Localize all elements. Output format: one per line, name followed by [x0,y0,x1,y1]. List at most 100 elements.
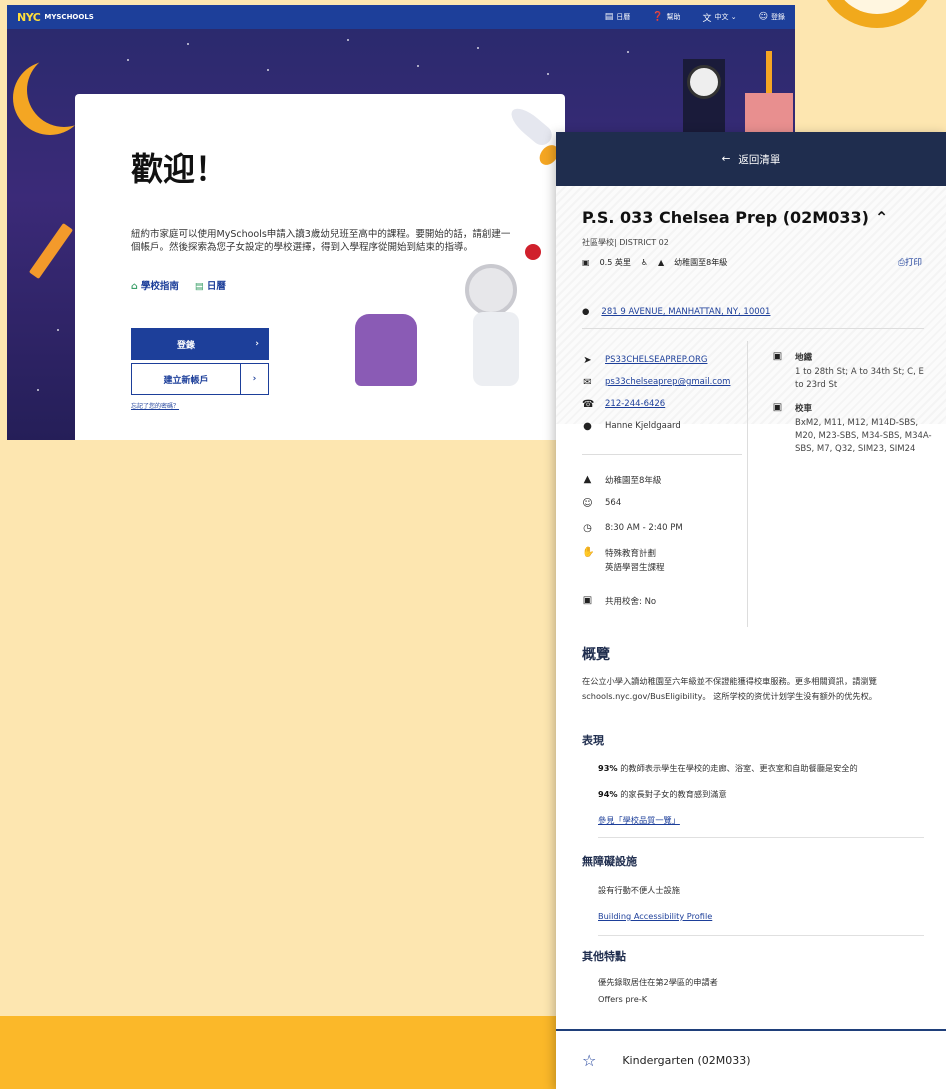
phone-link[interactable]: 212-244-6426 [605,399,665,410]
website-row: ➤ PS33CHELSEAPREP.ORG [582,355,707,366]
building-accessibility-link[interactable]: Building Accessibility Profile [598,911,924,921]
backpack-illustration [355,314,417,386]
create-account-button[interactable]: 建立新帳戶 › [131,363,269,395]
programs-row: ✋ 特殊教育計劃 英語學習生課程 [582,547,665,575]
star [547,73,549,75]
divider [582,454,742,455]
star [127,59,129,61]
decorative-ring [818,0,936,28]
hours-row: ◷ 8:30 AM - 2:40 PM [582,523,683,534]
print-button[interactable]: ⎙打印 [898,256,922,268]
star [627,51,629,53]
quality-snapshot-link[interactable]: 參見「學校品質一覽」 [598,814,924,826]
safety-stat: 93% 的教師表示學生在學校的走廊、浴室、更衣室和自助餐廳是安全的 [598,762,924,774]
paper-plane-icon: ➤ [583,355,592,366]
bus-info: 校車 BxM2, M11, M12, M14D-SBS, M20, M23-SBS… [795,402,935,456]
myschools-logo-text: MYSCHOOLS [44,13,94,21]
family-icon: ☺ [758,12,768,22]
envelope-icon: ✉ [583,377,592,388]
clock-illustration [687,65,721,99]
school-header: P.S. 033 Chelsea Prep (02M033) ⌃ 社區學校| D… [556,186,946,268]
login-button-label: 登錄 [177,340,196,351]
phone-row: ☎ 212-244-6426 [582,399,665,410]
principal-row: ● Hanne Kjeldgaard [582,421,681,432]
nav-calendar[interactable]: ▤ 日曆 [605,11,631,24]
create-account-label: 建立新帳戶 [163,375,209,386]
printer-icon: ⎙ [898,258,905,268]
subway-info: 地鐵 1 to 28th St; A to 34th St; C, E to 23… [795,351,935,392]
hand-icon: ✋ [582,547,595,558]
enrollment-row: ☺ 564 [582,498,621,509]
login-button[interactable]: 登錄 › [131,328,269,360]
satisfaction-stat: 94% 的家長對子女的教育感到滿意 [598,788,924,800]
bus-title: 校車 [795,404,813,414]
safety-text: 的教師表示學生在學校的走廊、浴室、更衣室和自助餐廳是安全的 [617,763,858,773]
phone-icon: ☎ [582,399,595,410]
chevron-right-icon: › [240,364,268,394]
accessibility-title: 無障礙設施 [582,855,637,868]
star [417,65,419,67]
nav-language[interactable]: 文中文 ⌄ [703,11,737,24]
pre-k-text: Offers pre-K [598,994,648,1004]
top-nav: ▤ 日曆 ❓ 幫助 文中文 ⌄ ☺ 登錄 [605,11,785,24]
performance-title: 表現 [582,734,604,747]
calendar-icon: ▤ [194,281,204,292]
bus-row: ▣ 校車 BxM2, M11, M12, M14D-SBS, M20, M23-S… [772,402,935,456]
calendar-link[interactable]: ▤ 日曆 [195,278,226,292]
school-type: 社區學校| DISTRICT 02 [582,238,669,247]
shared-campus-value: 共用校舍: No [605,597,657,607]
accessibility-text: 設有行動不便人士設施 [598,885,680,895]
print-label: 打印 [904,258,922,268]
grades-value: 幼稚園至8年級 [605,476,662,486]
astronaut-body-illustration [473,312,519,386]
clock-icon: ◷ [583,523,592,534]
translate-icon: 文 [702,13,712,24]
address-row: ● 281 9 AVENUE, MANHATTAN, NY, 10001 [582,307,770,317]
calendar-icon: ▤ [604,12,614,22]
back-to-list-button[interactable]: ← 返回清單 [556,132,946,186]
school-name-text: P.S. 033 Chelsea Prep (02M033) [582,208,869,227]
school-name[interactable]: P.S. 033 Chelsea Prep (02M033) ⌃ [582,208,922,227]
location-pin-icon: ● [582,307,590,317]
safety-percent: 93% [598,763,618,773]
forgot-password-link[interactable]: 忘記了您的密碼？ [131,401,509,410]
nyc-logo[interactable]: NYC [17,11,41,24]
distance-text: 0.5 英里 [599,257,631,267]
bus-icon: ▣ [772,402,783,413]
welcome-card: 歡迎！ 紐約市家庭可以使用MySchools申請入讀3歲幼兒班至高中的課程。要開… [75,94,565,440]
nav-help[interactable]: ❓ 幫助 [652,11,680,24]
website-link[interactable]: PS33CHELSEAPREP.ORG [605,355,707,366]
grades-text: 幼稚園至8年級 [674,257,728,267]
program-ell: 英語學習生課程 [605,563,665,573]
nav-login[interactable]: ☺ 登錄 [759,11,785,24]
nav-login-label: 登錄 [771,13,785,21]
satisfaction-text: 的家長對子女的教育感到滿意 [617,789,727,799]
info-grid: ➤ PS33CHELSEAPREP.ORG ✉ ps33chelseaprep@gm… [582,328,932,627]
address-link[interactable]: 281 9 AVENUE, MANHATTAN, NY, 10001 [601,307,770,317]
welcome-text: 紐約市家庭可以使用MySchools申請入讀3歲幼兒班至高中的課程。要開始的話，… [131,229,511,253]
school-guide-label: 學校指南 [140,281,179,292]
overview-text: 在公立小學入讀幼稚園至六年級並不保證能獲得校車服務。更多相關資訊，請瀏覽 sch… [582,676,877,701]
email-link[interactable]: ps33chelseaprep@gmail.com [605,377,730,388]
welcome-links: ⌂ 學校指南 ▤ 日曆 [131,278,509,292]
performance-section: 表現 93% 的教師表示學生在學校的走廊、浴室、更衣室和自助餐廳是安全的 94%… [582,732,924,838]
other-features-section: 其他特點 優先錄取居住在第2學區的申請者 Offers pre-K [582,948,924,1004]
star [477,47,479,49]
back-to-list-label: 返回清單 [738,153,781,166]
star-icon[interactable]: ☆ [582,1051,596,1070]
programs-list: 特殊教育計劃 英語學習生課程 [605,547,665,575]
chevron-right-icon: › [255,339,259,349]
star [57,329,59,331]
school-guide-link[interactable]: ⌂ 學校指南 [131,278,179,292]
satisfaction-percent: 94% [598,789,618,799]
arrow-left-icon: ← [721,153,731,165]
overview-section: 概覽 在公立小學入讀幼稚園至六年級並不保證能獲得校車服務。更多相關資訊，請瀏覽 … [582,644,924,704]
school-detail-panel: ← 返回清單 P.S. 033 Chelsea Prep (02M033) ⌃ … [556,132,946,1089]
program-row[interactable]: ☆ Kindergarten (02M033) [556,1029,946,1089]
welcome-title: 歡迎！ [131,150,228,188]
students-icon: ☺ [582,498,593,509]
lighthouse-illustration [766,51,772,93]
astronaut-helmet-illustration [465,264,517,316]
overview-title: 概覽 [582,647,610,663]
apple-illustration [525,244,541,260]
